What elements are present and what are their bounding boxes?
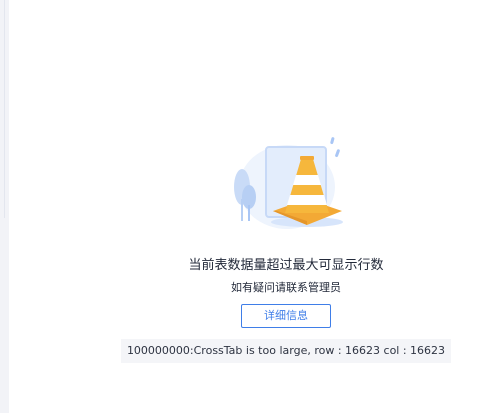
left-panel-edge	[0, 0, 9, 413]
error-message-box: 100000000:CrossTab is too large, row : 1…	[121, 339, 451, 363]
detail-info-button[interactable]: 详细信息	[241, 304, 331, 328]
warning-cone-icon	[234, 137, 343, 229]
empty-state-title: 当前表数据量超过最大可显示行数	[188, 258, 384, 273]
empty-state-subtitle: 如有疑问请联系管理员	[231, 281, 341, 294]
left-panel-divider	[4, 0, 5, 218]
